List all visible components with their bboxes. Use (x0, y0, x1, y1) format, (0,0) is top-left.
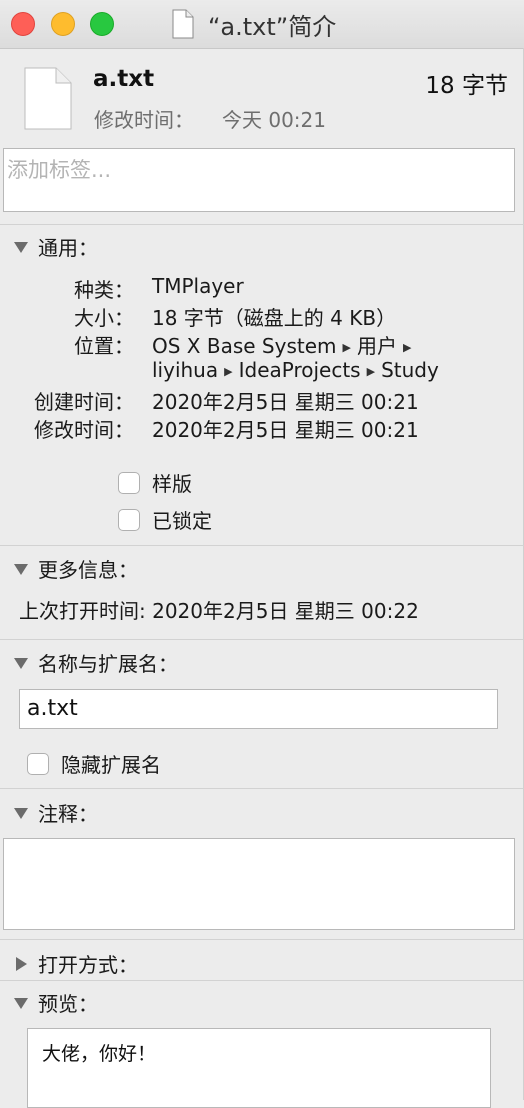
locked-label: 已锁定 (152, 509, 212, 533)
last-opened-text: 上次打开时间: 2020年2月5日 星期三 00:22 (19, 599, 419, 623)
section-comments-title: 注释： (38, 802, 98, 826)
section-general-title: 通用： (38, 236, 98, 260)
path-segment: 用户 (356, 334, 397, 358)
stationery-label: 样版 (152, 472, 192, 496)
divider (0, 639, 524, 640)
size-label: 大小： (74, 306, 134, 330)
where-path-line-1: OS X Base System ▶ 用户 ▶ (152, 330, 417, 359)
path-segment: Study (381, 358, 439, 382)
modified-label: 修改时间： (34, 418, 134, 442)
section-open-with-title: 打开方式： (38, 953, 138, 977)
section-comments-header[interactable]: 注释： (12, 798, 98, 827)
locked-option[interactable]: 已锁定 (118, 505, 212, 534)
title-bar[interactable]: “a.txt”简介 (0, 0, 524, 49)
disclosure-open-icon[interactable] (12, 994, 30, 1012)
stationery-option[interactable]: 样版 (118, 468, 192, 497)
divider (0, 545, 524, 546)
tags-input[interactable]: 添加标签... (3, 148, 515, 212)
minimize-button[interactable] (51, 12, 75, 36)
path-segment: OS X Base System (152, 334, 337, 358)
disclosure-open-icon[interactable] (12, 238, 30, 256)
divider (0, 939, 524, 940)
path-arrow-icon: ▶ (402, 341, 412, 354)
file-size: 18 字节 (425, 73, 508, 99)
path-segment: IdeaProjects (238, 358, 361, 382)
kind-label: 种类： (74, 278, 134, 302)
locked-checkbox[interactable] (118, 508, 140, 531)
section-more-info-title: 更多信息： (38, 558, 138, 582)
zoom-button[interactable] (90, 12, 114, 36)
header-modified: 修改时间： 今天 00:21 (94, 104, 326, 133)
divider (0, 224, 524, 225)
created-value: 2020年2月5日 星期三 00:21 (152, 390, 419, 414)
section-preview-header[interactable]: 预览： (12, 988, 98, 1017)
size-value: 18 字节（磁盘上的 4 KB） (152, 306, 397, 330)
section-open-with-header[interactable]: 打开方式： (12, 949, 138, 978)
path-arrow-icon: ▶ (342, 341, 351, 354)
name-extension-input[interactable]: a.txt (19, 689, 498, 729)
modified-value: 2020年2月5日 星期三 00:21 (152, 418, 419, 442)
kind-value: TMPlayer (152, 274, 244, 298)
disclosure-open-icon[interactable] (12, 804, 30, 822)
header-modified-value: 今天 00:21 (222, 108, 326, 132)
header-modified-label: 修改时间： (94, 108, 194, 132)
where-path-line-2: liyihua ▶ IdeaProjects ▶ Study (152, 358, 439, 382)
created-label: 创建时间： (34, 390, 134, 414)
disclosure-open-icon[interactable] (12, 654, 30, 672)
hide-extension-label: 隐藏扩展名 (61, 753, 161, 777)
file-document-icon (24, 67, 72, 130)
path-segment: liyihua (152, 358, 219, 382)
preview-content: 大佬，你好！ (27, 1028, 491, 1108)
disclosure-closed-icon[interactable] (12, 955, 30, 973)
where-label: 位置： (74, 334, 134, 358)
section-more-info-header[interactable]: 更多信息： (12, 554, 138, 583)
window-title: “a.txt”简介 (208, 12, 337, 41)
section-name-ext-title: 名称与扩展名： (38, 652, 178, 676)
close-button[interactable] (11, 12, 35, 36)
document-icon (172, 9, 194, 39)
section-name-ext-header[interactable]: 名称与扩展名： (12, 648, 178, 677)
path-arrow-icon: ▶ (224, 365, 233, 378)
get-info-window: “a.txt”简介 a.txt 18 字节 修改时间： 今天 00:21 添加标签… (0, 0, 524, 1108)
comments-textarea[interactable] (3, 838, 515, 930)
window-title-group: “a.txt”简介 (172, 8, 337, 41)
divider (0, 980, 524, 981)
path-arrow-icon: ▶ (366, 365, 376, 378)
section-general-header[interactable]: 通用： (12, 232, 98, 261)
disclosure-open-icon[interactable] (12, 560, 30, 578)
file-name: a.txt (93, 66, 155, 92)
hide-extension-checkbox[interactable] (27, 752, 49, 775)
hide-extension-option[interactable]: 隐藏扩展名 (27, 749, 161, 778)
section-preview-title: 预览： (38, 992, 98, 1016)
divider (0, 788, 524, 789)
stationery-checkbox[interactable] (118, 471, 140, 494)
